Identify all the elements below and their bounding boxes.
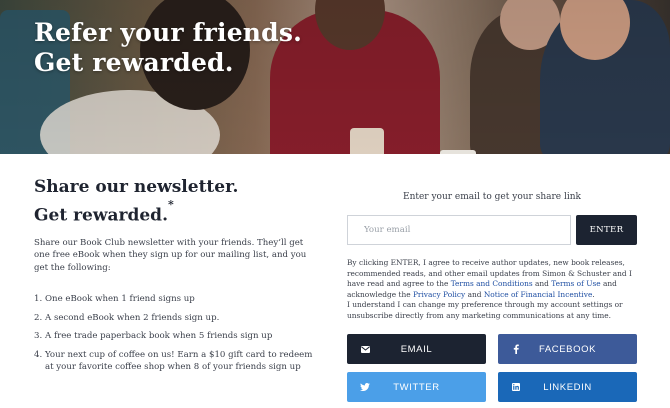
hero-title-line2: Get rewarded. [34, 48, 234, 77]
share-linkedin-button[interactable]: LINKEDIN [498, 372, 637, 402]
legal-text: and [465, 289, 484, 299]
newsletter-heading-line2: Get rewarded. [34, 205, 168, 226]
linkedin-icon [511, 382, 521, 392]
share-linkedin-label: LINKEDIN [543, 381, 592, 393]
newsletter-heading: Share our newsletter. Get rewarded.* [34, 176, 316, 228]
envelope-icon [360, 344, 370, 354]
hero-title: Refer your friends. Get rewarded. [34, 18, 334, 78]
asterisk-mark: * [168, 198, 174, 211]
legal-text: . [592, 289, 595, 299]
twitter-icon [360, 382, 370, 392]
list-item-number: 4. [34, 349, 43, 360]
legal-text: and [532, 279, 552, 289]
share-email-button[interactable]: EMAIL [347, 334, 486, 364]
facebook-icon [511, 344, 521, 354]
list-item: 3. A free trade paperback book when 5 fri… [34, 330, 316, 343]
enter-button[interactable]: ENTER [576, 215, 637, 245]
list-item: 2. A second eBook when 2 friends sign up. [34, 312, 316, 325]
list-item-number: 2. [34, 312, 43, 323]
terms-of-use-link[interactable]: Terms of Use [551, 279, 600, 288]
financial-incentive-link[interactable]: Notice of Financial Incentive [484, 290, 593, 299]
list-item-text: A second eBook when 2 friends sign up. [45, 312, 220, 323]
benefits-list: 1. One eBook when 1 friend signs up 2. A s… [34, 293, 316, 374]
share-buttons: EMAIL FACEBOOK TWITTER LINKEDIN [347, 334, 637, 402]
email-row: ENTER [347, 215, 637, 245]
hero-banner: Refer your friends. Get rewarded. [0, 0, 670, 154]
newsletter-info: Share our newsletter. Get rewarded.* Sha… [34, 176, 316, 380]
email-prompt: Enter your email to get your share link [403, 192, 581, 202]
list-item: 4. Your next cup of coffee on us! Earn a … [34, 349, 316, 374]
email-input[interactable] [347, 215, 571, 245]
share-facebook-label: FACEBOOK [538, 343, 597, 355]
share-twitter-button[interactable]: TWITTER [347, 372, 486, 402]
signup-form: Enter your email to get your share link … [347, 192, 637, 320]
hero-title-line1: Refer your friends. [34, 18, 303, 47]
newsletter-intro: Share our Book Club newsletter with your… [34, 237, 307, 273]
privacy-policy-link[interactable]: Privacy Policy [413, 290, 465, 299]
list-item-number: 3. [34, 331, 43, 342]
list-item-text: Your next cup of coffee on us! Earn a $1… [45, 349, 313, 373]
legal-disclaimer: By clicking ENTER, I agree to receive au… [347, 258, 639, 322]
newsletter-heading-line1: Share our newsletter. [34, 177, 239, 197]
share-twitter-label: TWITTER [393, 381, 440, 393]
share-email-label: EMAIL [400, 343, 433, 355]
list-item-text: One eBook when 1 friend signs up [45, 294, 195, 305]
list-item-number: 1. [34, 294, 43, 305]
legal-text: I understand I can change my preference … [347, 300, 623, 320]
list-item-text: A free trade paperback book when 5 frien… [45, 331, 273, 342]
share-facebook-button[interactable]: FACEBOOK [498, 334, 637, 364]
list-item: 1. One eBook when 1 friend signs up [34, 293, 316, 306]
terms-and-conditions-link[interactable]: Terms and Conditions [451, 279, 533, 288]
